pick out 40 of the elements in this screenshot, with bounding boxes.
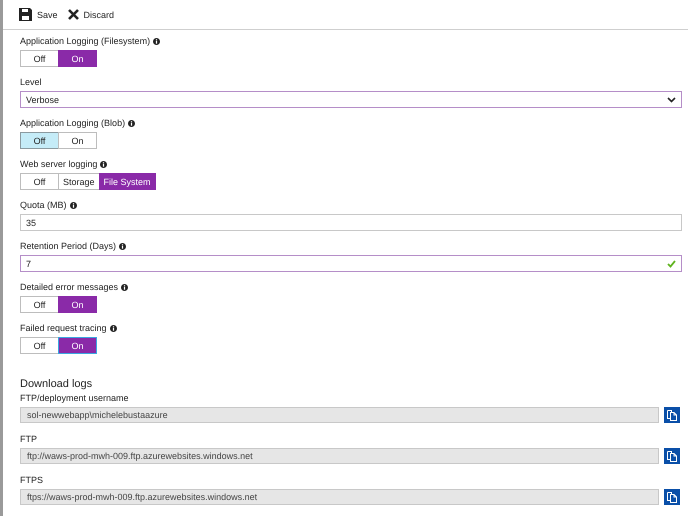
close-icon [68,9,79,20]
copy-button[interactable] [664,489,680,505]
toggle-option[interactable]: Off [20,132,59,149]
field-label: FTPS [20,475,44,485]
field-label: Detailed error messages [20,282,118,292]
field-label: Quota (MB) [20,200,67,210]
field-label: Application Logging (Blob) [20,118,126,128]
readonly-field[interactable]: ftps://waws-prod-mwh-009.ftp.azurewebsites.windows.net [20,489,660,505]
toggle-option[interactable]: On [58,50,97,67]
copy-icon [667,492,678,502]
copy-icon [667,410,678,420]
field-label: Level [20,77,42,87]
toggle-option[interactable]: On [58,337,97,354]
field-label: Retention Period (Days) [20,241,116,251]
save-button[interactable]: Save [19,8,58,21]
input-field[interactable]: 7 [20,255,682,272]
field-label: Application Logging (Filesystem) [20,36,150,46]
toggle-option[interactable]: Off [20,337,59,354]
chevron-down-icon [667,96,676,102]
level-dropdown[interactable]: Verbose [20,91,682,108]
toggle-option[interactable]: Off [20,50,59,67]
field-label: FTP [20,434,38,444]
toggle-option[interactable]: On [58,296,97,313]
readonly-field[interactable]: ftp://waws-prod-mwh-009.ftp.azurewebsites.windows.net [20,448,660,464]
toggle-option[interactable]: Off [20,296,59,313]
input-field[interactable]: 35 [20,214,682,231]
field-label: Failed request tracing [20,323,107,333]
field-label: Web server logging [20,159,98,169]
copy-button[interactable] [664,448,680,464]
toggle-option[interactable]: On [58,132,97,149]
discard-button[interactable]: Discard [68,9,114,20]
save-icon [19,8,32,21]
toggle-option[interactable]: File System [98,173,156,190]
copy-button[interactable] [664,407,680,423]
field-label: FTP/deployment username [20,393,130,403]
readonly-field[interactable]: sol-newwebapp\michelebustaazure [20,407,660,423]
toggle-option[interactable]: Off [20,173,59,190]
section-title: Download logs [20,378,94,390]
copy-icon [667,450,678,462]
toggle-option[interactable]: Storage [58,173,100,190]
